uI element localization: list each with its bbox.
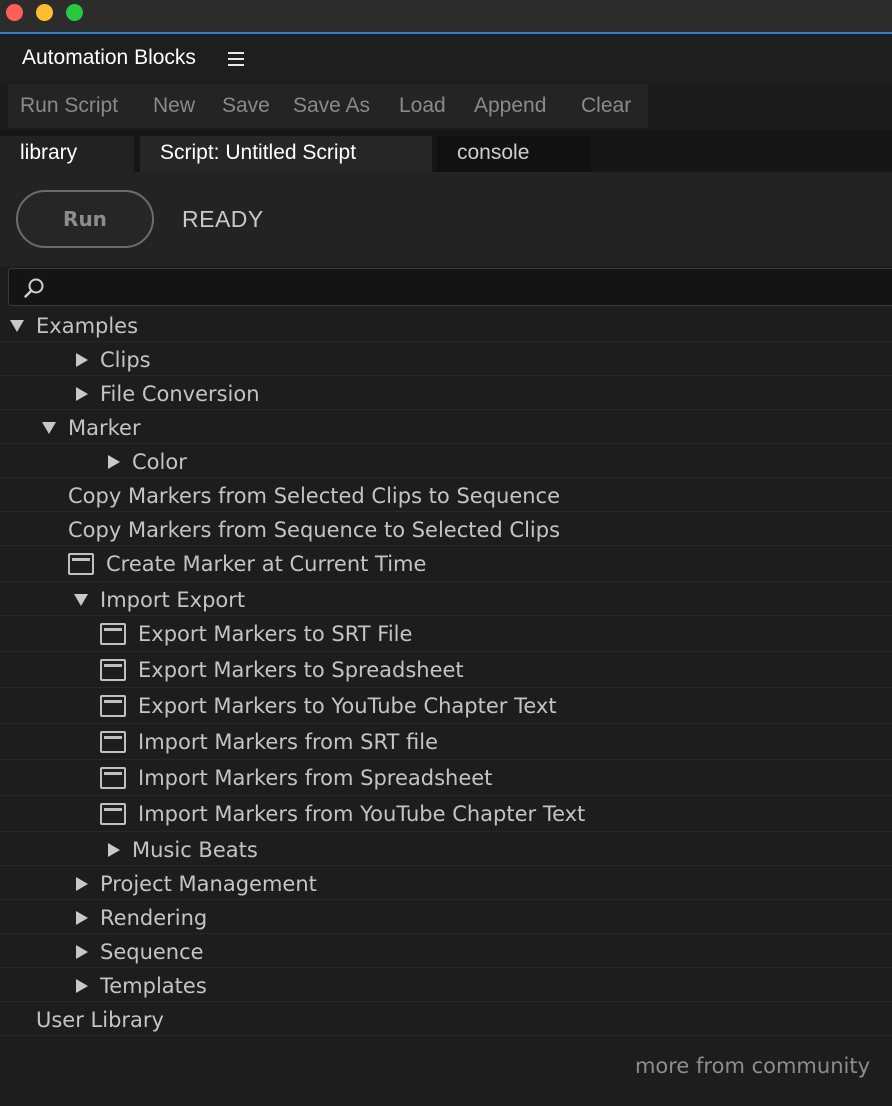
expanded-arrow-icon[interactable] bbox=[10, 320, 24, 332]
tree-item-label: Import Markers from YouTube Chapter Text bbox=[138, 802, 586, 826]
tree-item[interactable]: Color bbox=[0, 444, 892, 478]
collapsed-arrow-icon[interactable] bbox=[108, 455, 120, 469]
tree-item-label: File Conversion bbox=[100, 382, 260, 406]
run-row: Run READY bbox=[0, 172, 892, 266]
automation-blocks-window: Automation Blocks Run Script New Save Sa… bbox=[0, 0, 892, 1106]
window-maximize-button[interactable] bbox=[66, 4, 83, 21]
expanded-arrow-icon[interactable] bbox=[74, 594, 88, 606]
tree-item-label: Rendering bbox=[100, 906, 208, 930]
tab-library[interactable]: library bbox=[0, 136, 134, 172]
search-icon bbox=[24, 278, 44, 298]
tree-item[interactable]: Templates bbox=[0, 968, 892, 1002]
tree-item[interactable]: Import Markers from SRT file bbox=[0, 724, 892, 760]
search-box bbox=[8, 268, 892, 306]
hamburger-menu-icon[interactable] bbox=[228, 52, 244, 66]
tree-item[interactable]: Export Markers to YouTube Chapter Text bbox=[0, 688, 892, 724]
tab-script[interactable]: Script: Untitled Script bbox=[140, 136, 432, 172]
run-button[interactable]: Run bbox=[16, 190, 154, 248]
tree-item[interactable]: Import Markers from YouTube Chapter Text bbox=[0, 796, 892, 832]
tree-item-label: Create Marker at Current Time bbox=[106, 552, 427, 576]
tree-item[interactable]: Rendering bbox=[0, 900, 892, 934]
tree-item[interactable]: Sequence bbox=[0, 934, 892, 968]
collapsed-arrow-icon[interactable] bbox=[76, 353, 88, 367]
tree-item[interactable]: Copy Markers from Selected Clips to Sequ… bbox=[0, 478, 892, 512]
tree-item-label: Templates bbox=[100, 974, 207, 998]
menu-append[interactable]: Append bbox=[474, 94, 546, 118]
collapsed-arrow-icon[interactable] bbox=[76, 945, 88, 959]
more-from-community-link[interactable]: more from community bbox=[635, 1054, 870, 1078]
script-block-icon bbox=[100, 803, 126, 825]
tree-item-label: Import Markers from Spreadsheet bbox=[138, 766, 493, 790]
menu-clear[interactable]: Clear bbox=[581, 94, 631, 118]
tree-item[interactable]: Clips bbox=[0, 342, 892, 376]
tree-item[interactable]: Copy Markers from Sequence to Selected C… bbox=[0, 512, 892, 546]
tree-item-label: Clips bbox=[100, 348, 151, 372]
expanded-arrow-icon[interactable] bbox=[42, 422, 56, 434]
tree-item[interactable]: Project Management bbox=[0, 866, 892, 900]
tree-item[interactable]: Import Export bbox=[0, 582, 892, 616]
panel-title: Automation Blocks bbox=[22, 46, 196, 69]
tree-item-label: Examples bbox=[36, 314, 139, 338]
script-block-icon bbox=[100, 767, 126, 789]
tree-item-label: Export Markers to Spreadsheet bbox=[138, 658, 464, 682]
tree-item-label: Project Management bbox=[100, 872, 317, 896]
tree-item[interactable]: File Conversion bbox=[0, 376, 892, 410]
collapsed-arrow-icon[interactable] bbox=[76, 387, 88, 401]
menu-new[interactable]: New bbox=[153, 94, 195, 118]
tree-item[interactable]: Music Beats bbox=[0, 832, 892, 866]
tree-item-label: Export Markers to YouTube Chapter Text bbox=[138, 694, 557, 718]
tree-item-label: Marker bbox=[68, 416, 141, 440]
tree-item-label: Music Beats bbox=[132, 838, 258, 862]
menu-save[interactable]: Save bbox=[222, 94, 270, 118]
window-titlebar bbox=[0, 0, 892, 34]
menu-run-script[interactable]: Run Script bbox=[20, 94, 118, 118]
window-close-button[interactable] bbox=[6, 4, 23, 21]
search-input[interactable] bbox=[55, 273, 879, 303]
tab-console[interactable]: console bbox=[437, 136, 591, 172]
tree-item-label: Color bbox=[132, 450, 187, 474]
tree-item[interactable]: Import Markers from Spreadsheet bbox=[0, 760, 892, 796]
tree-item-label: Import Markers from SRT file bbox=[138, 730, 438, 754]
script-block-icon bbox=[100, 659, 126, 681]
tree-item[interactable]: Export Markers to Spreadsheet bbox=[0, 652, 892, 688]
tree-item[interactable]: Export Markers to SRT File bbox=[0, 616, 892, 652]
script-block-icon bbox=[68, 553, 94, 575]
tree-item-label: Copy Markers from Sequence to Selected C… bbox=[68, 518, 561, 542]
script-block-icon bbox=[100, 695, 126, 717]
tree-item[interactable]: Marker bbox=[0, 410, 892, 444]
collapsed-arrow-icon[interactable] bbox=[108, 843, 120, 857]
panel-header: Automation Blocks bbox=[0, 34, 892, 84]
menu-load[interactable]: Load bbox=[399, 94, 446, 118]
tree-item-label: Sequence bbox=[100, 940, 204, 964]
collapsed-arrow-icon[interactable] bbox=[76, 979, 88, 993]
tree-item-label: Copy Markers from Selected Clips to Sequ… bbox=[68, 484, 561, 508]
collapsed-arrow-icon[interactable] bbox=[76, 877, 88, 891]
tree-item[interactable]: User Library bbox=[0, 1002, 892, 1036]
script-block-icon bbox=[100, 623, 126, 645]
script-menubar: Run Script New Save Save As Load Append … bbox=[0, 84, 892, 130]
tree-item[interactable]: Create Marker at Current Time bbox=[0, 546, 892, 582]
tree-item-label: User Library bbox=[36, 1008, 164, 1032]
menu-save-as[interactable]: Save As bbox=[293, 94, 370, 118]
tab-bar: library Script: Untitled Script console bbox=[0, 130, 892, 172]
collapsed-arrow-icon[interactable] bbox=[76, 911, 88, 925]
script-block-icon bbox=[100, 731, 126, 753]
tree-item-label: Import Export bbox=[100, 588, 246, 612]
window-minimize-button[interactable] bbox=[36, 4, 53, 21]
status-text: READY bbox=[182, 206, 264, 232]
tree-item-label: Export Markers to SRT File bbox=[138, 622, 413, 646]
tree-item[interactable]: Examples bbox=[0, 308, 892, 342]
